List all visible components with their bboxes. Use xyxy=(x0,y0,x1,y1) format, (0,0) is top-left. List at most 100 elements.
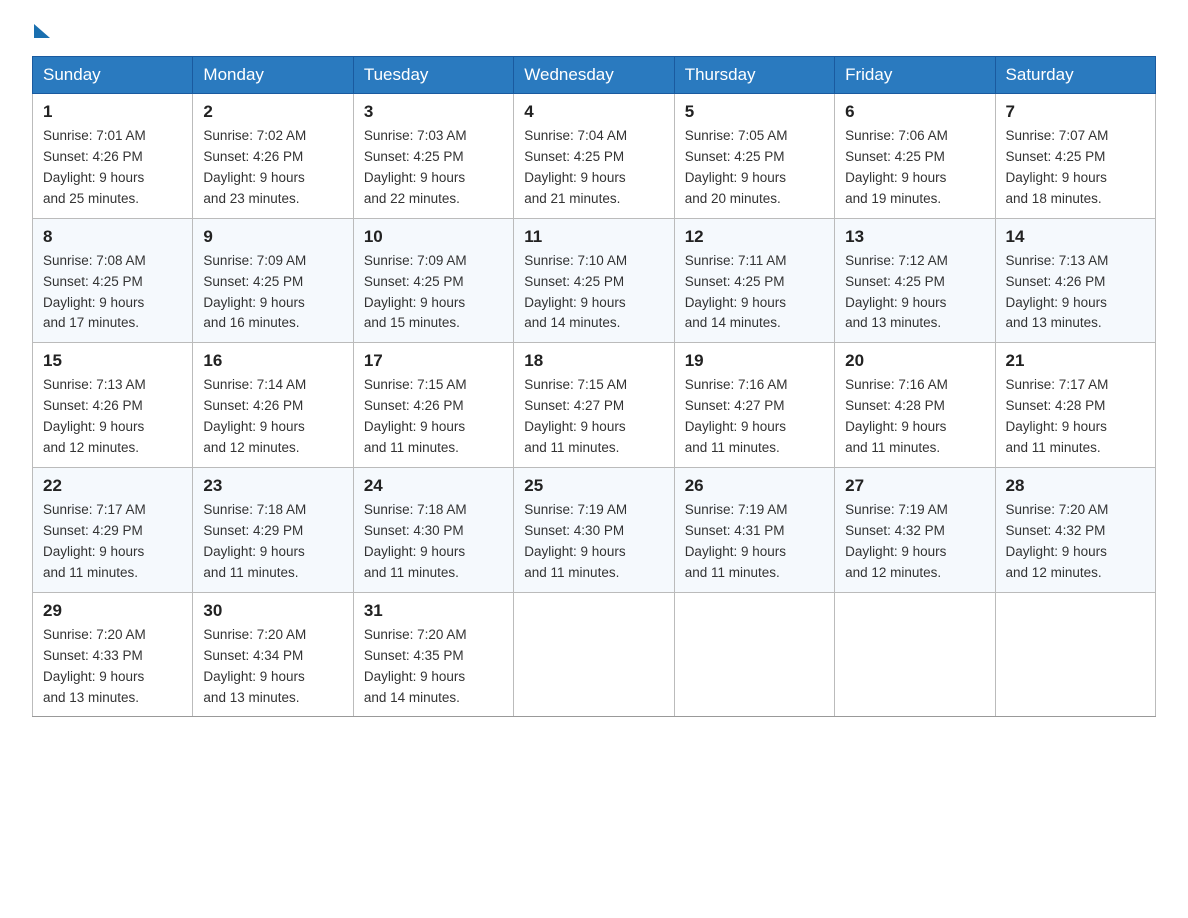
day-info: Sunrise: 7:11 AMSunset: 4:25 PMDaylight:… xyxy=(685,251,824,335)
daylight-minutes: and 13 minutes. xyxy=(203,690,299,705)
daylight-minutes: and 19 minutes. xyxy=(845,191,941,206)
calendar-header-sunday: Sunday xyxy=(33,57,193,94)
sunrise-info: Sunrise: 7:09 AM xyxy=(203,253,306,268)
calendar-cell: 24 Sunrise: 7:18 AMSunset: 4:30 PMDayligh… xyxy=(353,468,513,593)
daylight-minutes: and 12 minutes. xyxy=(203,440,299,455)
sunset-info: Sunset: 4:34 PM xyxy=(203,648,303,663)
logo xyxy=(32,24,52,38)
daylight-info: Daylight: 9 hours xyxy=(685,295,786,310)
calendar-cell: 15Sunrise: 7:13 AMSunset: 4:26 PMDayligh… xyxy=(33,343,193,468)
daylight-minutes: and 25 minutes. xyxy=(43,191,139,206)
day-info: Sunrise: 7:19 AMSunset: 4:32 PMDaylight:… xyxy=(845,500,984,584)
daylight-minutes: and 11 minutes. xyxy=(524,565,619,580)
calendar-header-tuesday: Tuesday xyxy=(353,57,513,94)
daylight-info: Daylight: 9 hours xyxy=(845,544,946,559)
day-number: 12 xyxy=(685,227,824,247)
daylight-info: Daylight: 9 hours xyxy=(43,170,144,185)
daylight-minutes: and 13 minutes. xyxy=(845,315,941,330)
calendar-cell: 7 Sunrise: 7:07 AMSunset: 4:25 PMDaylight… xyxy=(995,94,1155,219)
sunrise-info: Sunrise: 7:19 AM xyxy=(685,502,788,517)
sunrise-info: Sunrise: 7:14 AM xyxy=(203,377,306,392)
day-info: Sunrise: 7:18 AMSunset: 4:30 PMDaylight:… xyxy=(364,500,503,584)
daylight-minutes: and 20 minutes. xyxy=(685,191,781,206)
calendar-cell: 10Sunrise: 7:09 AMSunset: 4:25 PMDayligh… xyxy=(353,218,513,343)
daylight-info: Daylight: 9 hours xyxy=(845,419,946,434)
day-info: Sunrise: 7:02 AMSunset: 4:26 PMDaylight:… xyxy=(203,126,342,210)
calendar-cell: 30Sunrise: 7:20 AMSunset: 4:34 PMDayligh… xyxy=(193,592,353,717)
day-number: 29 xyxy=(43,601,182,621)
calendar-cell: 18Sunrise: 7:15 AMSunset: 4:27 PMDayligh… xyxy=(514,343,674,468)
day-number: 5 xyxy=(685,102,824,122)
day-info: Sunrise: 7:17 AMSunset: 4:28 PMDaylight:… xyxy=(1006,375,1145,459)
calendar-header-friday: Friday xyxy=(835,57,995,94)
day-number: 25 xyxy=(524,476,663,496)
sunset-info: Sunset: 4:26 PM xyxy=(203,398,303,413)
calendar-cell: 21 Sunrise: 7:17 AMSunset: 4:28 PMDayligh… xyxy=(995,343,1155,468)
sunset-info: Sunset: 4:28 PM xyxy=(845,398,945,413)
calendar-cell: 26Sunrise: 7:19 AMSunset: 4:31 PMDayligh… xyxy=(674,468,834,593)
sunrise-info: Sunrise: 7:15 AM xyxy=(524,377,627,392)
calendar-cell: 5Sunrise: 7:05 AMSunset: 4:25 PMDaylight… xyxy=(674,94,834,219)
day-number: 23 xyxy=(203,476,342,496)
daylight-info: Daylight: 9 hours xyxy=(524,170,625,185)
sunrise-info: Sunrise: 7:13 AM xyxy=(1006,253,1109,268)
calendar-week-row: 15 Sunrise: 7:13 AM Sunset: 4:26 PM Dayligh… xyxy=(33,343,1156,468)
day-info: Sunrise: 7:15 AMSunset: 4:26 PMDaylight:… xyxy=(364,375,503,459)
day-info: Sunrise: 7:19 AMSunset: 4:30 PMDaylight:… xyxy=(524,500,663,584)
sunset-info: Sunset: 4:25 PM xyxy=(1006,149,1106,164)
day-info: Sunrise: 7:04 AMSunset: 4:25 PMDaylight:… xyxy=(524,126,663,210)
sunset-info: Sunset: 4:25 PM xyxy=(364,274,464,289)
day-info: Sunrise: 7:01 AMSunset: 4:26 PMDaylight:… xyxy=(43,126,182,210)
sunrise-info: Sunrise: 7:19 AM xyxy=(524,502,627,517)
sunrise-info: Sunrise: 7:20 AM xyxy=(1006,502,1109,517)
day-number: 30 xyxy=(203,601,342,621)
day-info: Sunrise: 7:19 AMSunset: 4:31 PMDaylight:… xyxy=(685,500,824,584)
day-info: Sunrise: 7:13 AMSunset: 4:26 PMDaylight:… xyxy=(1006,251,1145,335)
day-number: 10 xyxy=(364,227,503,247)
page-header xyxy=(32,24,1156,38)
sunrise-info: Sunrise: 7:19 AM xyxy=(845,502,948,517)
day-info: Sunrise: 7:06 AMSunset: 4:25 PMDaylight:… xyxy=(845,126,984,210)
day-number: 27 xyxy=(845,476,984,496)
calendar-cell xyxy=(995,592,1155,717)
sunrise-info: Sunrise: 7:18 AM xyxy=(203,502,306,517)
day-number: 19 xyxy=(685,351,824,371)
sunset-info: Sunset: 4:33 PM xyxy=(43,648,143,663)
day-number: 7 xyxy=(1006,102,1145,122)
sunset-info: Sunset: 4:25 PM xyxy=(685,274,785,289)
day-number: 14 xyxy=(1006,227,1145,247)
sunset-info: Sunset: 4:26 PM xyxy=(364,398,464,413)
sunset-info: Sunset: 4:25 PM xyxy=(845,149,945,164)
sunrise-info: Sunrise: 7:13 AM xyxy=(43,377,146,392)
day-number: 13 xyxy=(845,227,984,247)
daylight-minutes: and 11 minutes. xyxy=(1006,440,1101,455)
daylight-minutes: and 15 minutes. xyxy=(364,315,460,330)
daylight-info: Daylight: 9 hours xyxy=(203,170,304,185)
day-number: 28 xyxy=(1006,476,1145,496)
sunset-info: Sunset: 4:27 PM xyxy=(524,398,624,413)
sunrise-info: Sunrise: 7:01 AM xyxy=(43,128,146,143)
daylight-minutes: and 12 minutes. xyxy=(43,440,139,455)
sunrise-info: Sunrise: 7:05 AM xyxy=(685,128,788,143)
daylight-info: Daylight: 9 hours xyxy=(845,170,946,185)
day-number: 15 xyxy=(43,351,182,371)
daylight-info: Daylight: 9 hours xyxy=(43,295,144,310)
daylight-info: Daylight: 9 hours xyxy=(364,419,465,434)
calendar-cell: 20Sunrise: 7:16 AMSunset: 4:28 PMDayligh… xyxy=(835,343,995,468)
day-number: 22 xyxy=(43,476,182,496)
day-number: 24 xyxy=(364,476,503,496)
calendar-cell xyxy=(514,592,674,717)
calendar-header-wednesday: Wednesday xyxy=(514,57,674,94)
day-info: Sunrise: 7:16 AMSunset: 4:28 PMDaylight:… xyxy=(845,375,984,459)
sunset-info: Sunset: 4:31 PM xyxy=(685,523,785,538)
calendar-week-row: 8Sunrise: 7:08 AMSunset: 4:25 PMDaylight… xyxy=(33,218,1156,343)
sunset-info: Sunset: 4:30 PM xyxy=(364,523,464,538)
daylight-info: Daylight: 9 hours xyxy=(685,419,786,434)
sunset-info: Sunset: 4:25 PM xyxy=(845,274,945,289)
daylight-minutes: and 11 minutes. xyxy=(43,565,138,580)
day-info: Sunrise: 7:07 AMSunset: 4:25 PMDaylight:… xyxy=(1006,126,1145,210)
day-info: Sunrise: 7:08 AMSunset: 4:25 PMDaylight:… xyxy=(43,251,182,335)
daylight-info: Daylight: 9 hours xyxy=(1006,295,1107,310)
day-info: Sunrise: 7:20 AMSunset: 4:33 PMDaylight:… xyxy=(43,625,182,709)
day-number: 21 xyxy=(1006,351,1145,371)
